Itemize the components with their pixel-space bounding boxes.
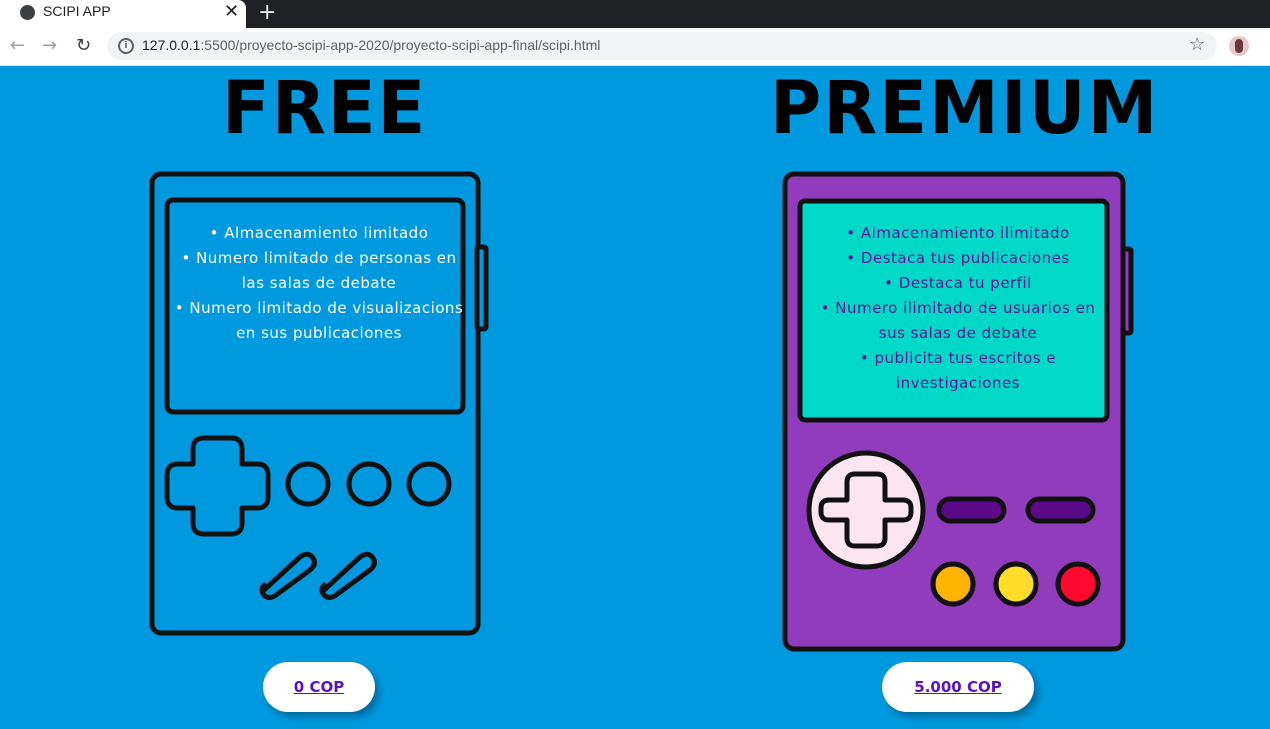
list-item: Numero limitado de personas en las salas…	[172, 246, 466, 296]
premium-features-list: Almacenamiento ilimitado Destaca tus pub…	[808, 221, 1108, 396]
free-features-list: Almacenamiento limitado Numero limitado …	[172, 221, 466, 346]
list-item: Numero limitado de visualizacions en sus…	[172, 296, 466, 346]
list-item: Numero ilimitado de usuarios en sus sala…	[808, 296, 1108, 346]
list-item: Almacenamiento ilimitado	[808, 221, 1108, 246]
list-item: Destaca tus publicaciones	[808, 246, 1108, 271]
list-item: Almacenamiento limitado	[172, 221, 466, 246]
free-price-button[interactable]: 0 COP	[263, 662, 375, 712]
list-item: Destaca tu perfil	[808, 271, 1108, 296]
premium-price-button[interactable]: 5.000 COP	[882, 662, 1034, 712]
list-item: publicita tus escritos e investigaciones	[808, 346, 1108, 396]
